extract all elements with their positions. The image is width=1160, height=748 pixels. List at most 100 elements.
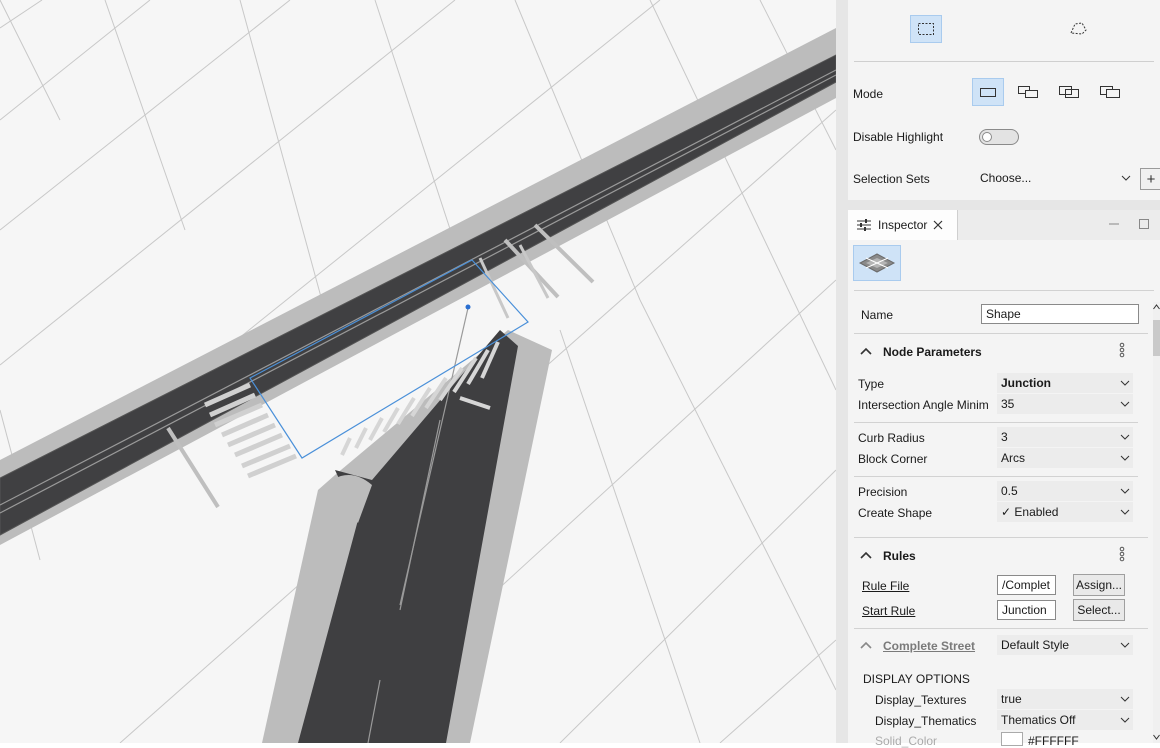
divider bbox=[854, 628, 1148, 629]
start-rule-input[interactable]: Junction bbox=[997, 600, 1056, 620]
lasso-select-button[interactable] bbox=[1062, 15, 1094, 43]
junction-pivot bbox=[465, 304, 471, 310]
divider bbox=[854, 476, 1138, 477]
chevron-down-icon bbox=[1117, 710, 1133, 730]
block-corner-dropdown[interactable]: Arcs bbox=[997, 448, 1133, 468]
node-parameters-title: Node Parameters bbox=[883, 345, 982, 359]
tab-inspector[interactable]: Inspector bbox=[848, 210, 958, 240]
shape-type-button[interactable] bbox=[853, 245, 901, 281]
precision-value: 0.5 bbox=[1001, 484, 1018, 498]
street-scene bbox=[0, 0, 836, 743]
display-textures-dropdown[interactable]: true bbox=[997, 689, 1133, 709]
solid-color-label: Solid_Color bbox=[875, 734, 938, 748]
disable-highlight-label: Disable Highlight bbox=[853, 130, 944, 144]
mode-intersect-button[interactable] bbox=[1053, 78, 1085, 106]
start-rule-link[interactable]: Start Rule bbox=[862, 604, 915, 618]
divider bbox=[854, 290, 1154, 291]
rules-title: Rules bbox=[883, 549, 916, 563]
curb-radius-value: 3 bbox=[1001, 430, 1008, 444]
chevron-down-icon bbox=[1118, 168, 1134, 188]
divider bbox=[854, 422, 1138, 423]
rectangle-select-icon bbox=[918, 23, 934, 35]
divider bbox=[854, 61, 1154, 62]
right-pane: Mode Disable Highlight Selection Sets Ch… bbox=[836, 0, 1160, 748]
select-button[interactable]: Select... bbox=[1073, 599, 1125, 621]
type-value: Junction bbox=[1001, 376, 1051, 390]
scroll-down-icon[interactable] bbox=[1153, 734, 1160, 740]
name-label: Name bbox=[861, 308, 894, 322]
display-thematics-value: Thematics Off bbox=[1001, 713, 1076, 727]
curb-radius-label: Curb Radius bbox=[858, 431, 925, 445]
intersection-angle-dropdown[interactable]: 35 bbox=[997, 394, 1133, 414]
assign-button[interactable]: Assign... bbox=[1073, 574, 1125, 596]
intersection-angle-label: Intersection Angle Minim bbox=[858, 398, 989, 412]
selection-sets-value: Choose... bbox=[980, 171, 1032, 185]
display-textures-label: Display_Textures bbox=[875, 693, 967, 707]
create-shape-dropdown[interactable]: ✓ Enabled bbox=[997, 502, 1133, 522]
chevron-down-icon bbox=[1117, 448, 1133, 468]
inspector-panel: Inspector Name Shape Node Parameters Typ… bbox=[848, 210, 1160, 748]
create-shape-label: Create Shape bbox=[858, 506, 933, 520]
collapse-chevron-icon[interactable] bbox=[860, 641, 872, 649]
complete-street-link[interactable]: Complete Street bbox=[883, 639, 975, 653]
close-icon[interactable] bbox=[933, 220, 943, 230]
add-selection-set-button[interactable]: + bbox=[1140, 168, 1160, 190]
disable-highlight-toggle[interactable] bbox=[979, 129, 1019, 145]
more-options-icon[interactable] bbox=[1119, 546, 1125, 562]
minimize-icon[interactable] bbox=[1109, 219, 1119, 229]
rule-file-input[interactable]: /Complet bbox=[997, 575, 1056, 595]
chevron-down-icon bbox=[1117, 481, 1133, 501]
chevron-down-icon bbox=[1117, 427, 1133, 447]
mode-label: Mode bbox=[853, 87, 884, 101]
rule-file-link[interactable]: Rule File bbox=[862, 579, 909, 593]
curb-radius-dropdown[interactable]: 3 bbox=[997, 427, 1133, 447]
selection-sets-label: Selection Sets bbox=[853, 172, 930, 186]
display-textures-value: true bbox=[1001, 692, 1022, 706]
type-label: Type bbox=[858, 377, 885, 391]
mode-replace-button[interactable] bbox=[972, 78, 1004, 106]
intersection-angle-value: 35 bbox=[1001, 397, 1015, 411]
type-dropdown[interactable]: Junction bbox=[997, 373, 1133, 393]
selection-sets-dropdown[interactable]: Choose... bbox=[976, 168, 1134, 188]
display-thematics-dropdown[interactable]: Thematics Off bbox=[997, 710, 1133, 730]
solid-color-value: #FFFFFF bbox=[1028, 734, 1079, 748]
mode-add-button[interactable] bbox=[1012, 78, 1044, 106]
display-thematics-label: Display_Thematics bbox=[875, 714, 977, 728]
name-input[interactable]: Shape bbox=[981, 304, 1139, 324]
mode-subtract-button[interactable] bbox=[1094, 78, 1126, 106]
collapse-chevron-icon[interactable] bbox=[860, 347, 872, 355]
selection-panel: Mode Disable Highlight Selection Sets Ch… bbox=[848, 0, 1160, 200]
mode-subtract-icon bbox=[1100, 86, 1120, 98]
divider bbox=[854, 333, 1148, 334]
sliders-icon bbox=[857, 219, 871, 231]
more-options-icon[interactable] bbox=[1119, 342, 1125, 358]
create-shape-value: ✓ Enabled bbox=[1001, 505, 1059, 519]
chevron-down-icon bbox=[1117, 689, 1133, 709]
display-options-label: DISPLAY OPTIONS bbox=[863, 672, 970, 686]
maximize-icon[interactable] bbox=[1139, 219, 1149, 229]
divider bbox=[854, 537, 1148, 538]
precision-label: Precision bbox=[858, 485, 908, 499]
color-swatch[interactable] bbox=[1001, 732, 1023, 746]
style-value: Default Style bbox=[1001, 638, 1070, 652]
chevron-down-icon bbox=[1117, 373, 1133, 393]
block-corner-label: Block Corner bbox=[858, 452, 928, 466]
collapse-chevron-icon[interactable] bbox=[860, 551, 872, 559]
block-corner-value: Arcs bbox=[1001, 451, 1025, 465]
toggle-knob bbox=[982, 132, 992, 142]
tab-inspector-label: Inspector bbox=[878, 218, 928, 232]
plus-icon: + bbox=[1146, 170, 1156, 188]
mode-replace-icon bbox=[980, 88, 996, 97]
mode-add-icon bbox=[1018, 86, 1038, 98]
scroll-up-icon[interactable] bbox=[1153, 304, 1160, 310]
chevron-down-icon bbox=[1117, 502, 1133, 522]
style-dropdown[interactable]: Default Style bbox=[997, 635, 1133, 655]
chevron-down-icon bbox=[1117, 635, 1133, 655]
precision-dropdown[interactable]: 0.5 bbox=[997, 481, 1133, 501]
rectangle-select-button[interactable] bbox=[910, 15, 942, 43]
inspector-scrollbar[interactable] bbox=[1153, 302, 1160, 743]
scrollbar-thumb[interactable] bbox=[1153, 320, 1160, 356]
lasso-select-icon bbox=[1070, 22, 1087, 35]
chevron-down-icon bbox=[1117, 394, 1133, 414]
3d-viewport[interactable] bbox=[0, 0, 836, 743]
